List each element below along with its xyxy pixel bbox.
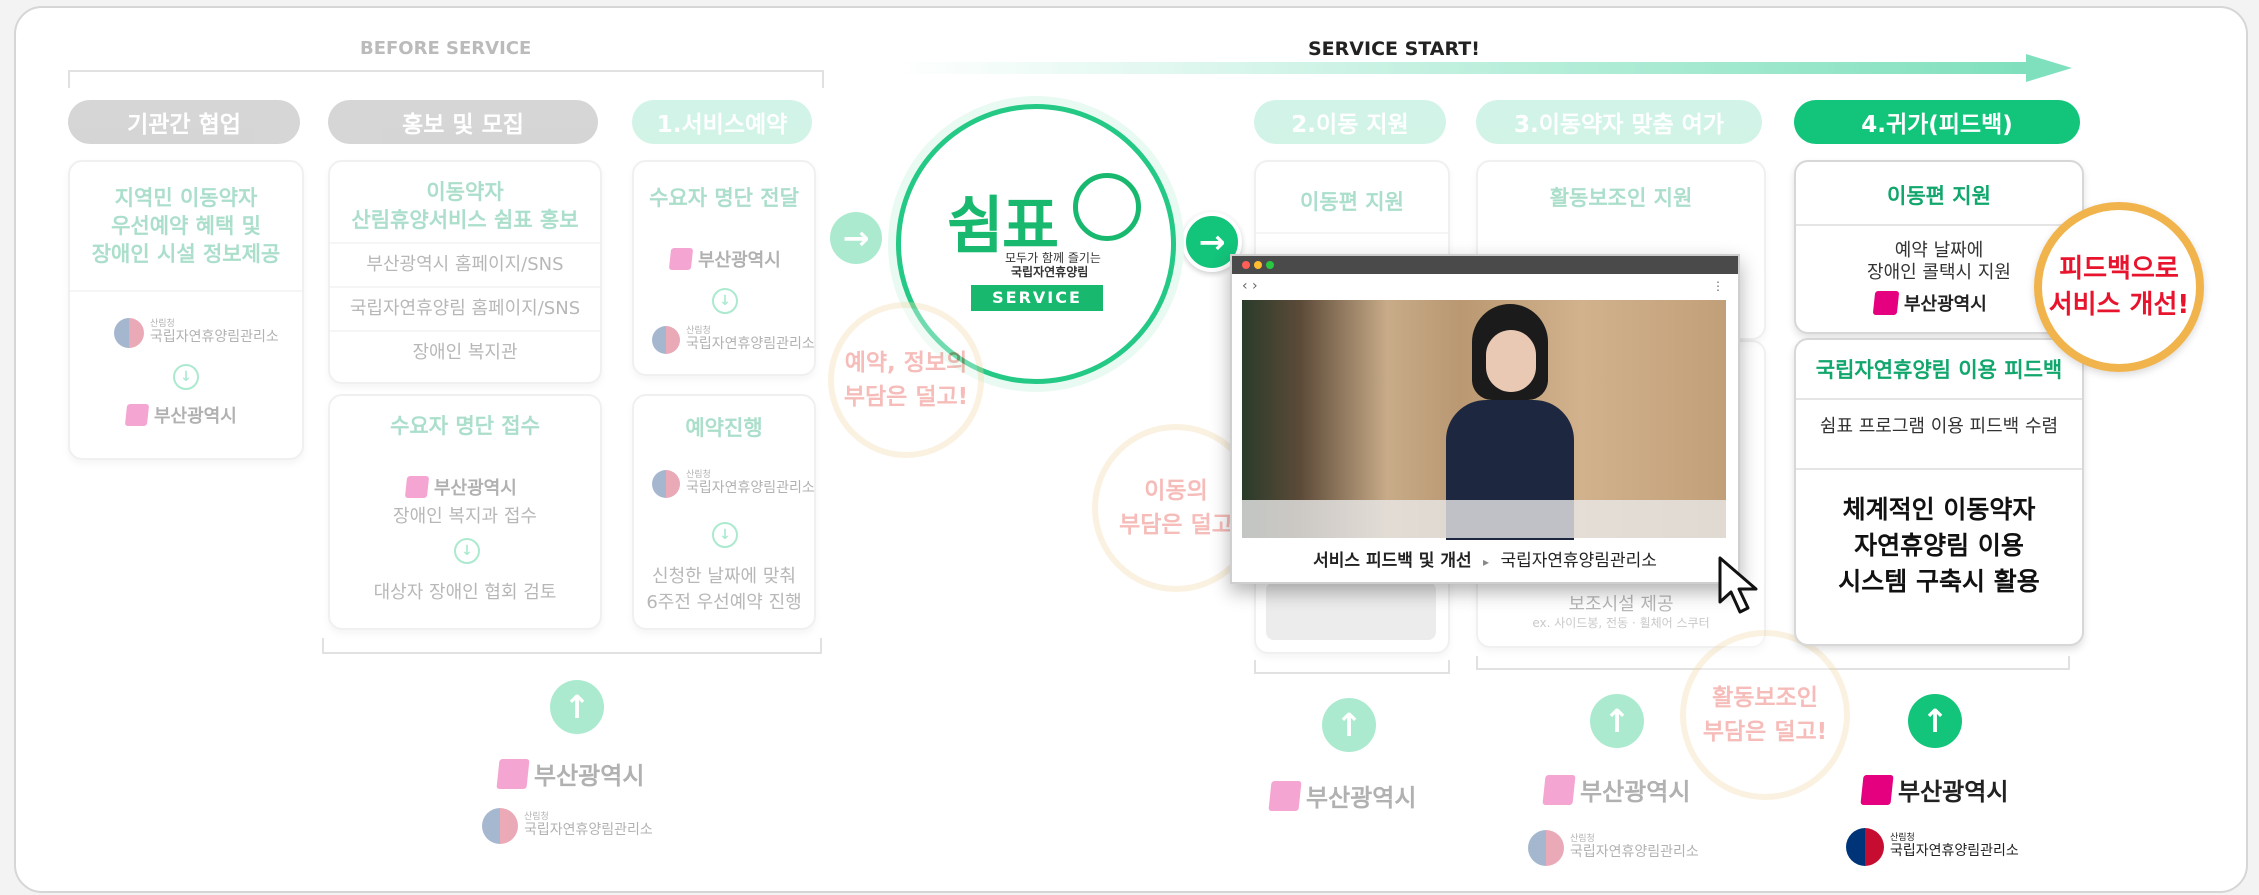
transport-bracket [1254,660,1450,674]
logo-sub-2: 국립자연휴양림 [1011,265,1089,279]
return-card-2-row: 쉼표 프로그램 이용 피드백 수렴 [1796,398,2082,454]
transport-head: 이동편 지원 [1300,190,1404,214]
forest-logo: 산림청 국립자연휴양림관리소 [1846,828,2019,866]
down-arrow-icon: ↓ [173,364,199,390]
feedback-popup-window: ‹ › ⋮ 서비스 피드백 및 개선 ▸ 국립자연휴양림관리소 [1230,254,1740,584]
leisure-head: 활동보조인 지원 [1549,186,1693,210]
down-arrow-icon: ↓ [712,288,738,314]
close-dot-icon[interactable] [1242,261,1250,269]
popup-titlebar [1232,256,1738,274]
return-card-2-big-3: 시스템 구축시 활용 [1838,567,2040,596]
promo-head-2: 산림휴양서비스 쉼표 홍보 [351,208,579,232]
reserve-line-2: 6주전 우선예약 진행 [646,592,802,613]
forest-logo: 산림청 국립자연휴양림관리소 [652,470,814,498]
logo-badge: SERVICE [971,285,1103,311]
reserve-card-1-head: 수요자 명단 전달 [649,186,799,210]
minimize-dot-icon[interactable] [1254,261,1262,269]
return-card-2-big-2: 자연휴양림 이용 [1854,531,2024,560]
feedback-photo [1242,300,1726,540]
right-arrow-icon: → [830,212,882,264]
tree-icon [1073,173,1141,241]
diagram-frame: BEFORE SERVICE SERVICE START! 기관간 협업 홍보 … [14,6,2248,893]
service-start-arrow [896,54,2076,82]
promo-row-3: 장애인 복지관 [330,330,600,374]
up-arrow-icon: ↑ [1322,698,1376,752]
reserve-line-1: 신청한 날짜에 맞춰 [652,566,796,587]
applicant-line-2: 대상자 장애인 협회 검토 [373,582,557,603]
maximize-dot-icon[interactable] [1266,261,1274,269]
stage-pill-promo: 홍보 및 모집 [328,100,598,144]
promo-card: 이동약자 산림휴양서비스 쉼표 홍보 부산광역시 홈페이지/SNS 국립자연휴양… [328,160,602,384]
busan-logo: 부산광역시 [404,474,517,500]
popup-caption: 서비스 피드백 및 개선 ▸ 국립자연휴양림관리소 [1232,546,1738,571]
up-arrow-icon: ↑ [1908,694,1962,748]
return-card-1-head: 이동편 지원 [1887,184,1991,208]
caption-bold: 서비스 피드백 및 개선 [1313,551,1472,571]
applicant-card: 수요자 명단 접수 부산광역시 장애인 복지과 접수 ↓ 대상자 장애인 협회 … [328,394,602,630]
promo-row-2: 국립자연휴양림 홈페이지/SNS [330,286,600,330]
leisure-row-b: ex. 사이드봉, 전동 · 휠체어 스쿠터 [1532,616,1710,630]
applicant-head: 수요자 명단 접수 [390,414,540,438]
return-card-2: 국립자연휴양림 이용 피드백 쉼표 프로그램 이용 피드백 수렴 체계적인 이동… [1794,338,2084,646]
stage-pill-collab: 기관간 협업 [68,100,300,144]
before-service-label: BEFORE SERVICE [360,38,532,59]
collab-head-1: 지역민 이동약자 [114,186,258,210]
reserve-card-1: 수요자 명단 전달 부산광역시 ↓ 산림청 국립자연휴양림관리소 [632,160,816,376]
before-bottom-bracket [322,638,822,654]
return-card-2-head: 국립자연휴양림 이용 피드백 [1815,358,2063,382]
up-arrow-icon: ↑ [550,680,604,734]
busan-logo: 부산광역시 [1268,778,1416,813]
busan-logo: 부산광역시 [1872,290,1987,316]
popup-nav-icon[interactable]: ‹ › [1242,278,1258,294]
collab-head-2: 우선예약 혜택 및 [111,214,261,238]
popup-menu-icon[interactable]: ⋮ [1712,280,1724,292]
promo-head-1: 이동약자 [426,180,504,204]
stage-pill-transport: 2.이동 지원 [1254,100,1446,144]
car-photo [1266,582,1436,640]
forest-logo: 산림청 국립자연휴양림관리소 [1528,830,1699,866]
speech-bubble-reserve: 예약, 정보의 부담은 덜고! [828,302,984,458]
promo-row-1: 부산광역시 홈페이지/SNS [330,242,600,286]
speech-bubble-assist: 활동보조인 부담은 덜고! [1680,630,1850,800]
busan-logo: 부산광역시 [124,402,237,428]
busan-logo: 부산광역시 [1542,772,1690,807]
return-card-2-big-1: 체계적인 이동약자 [1842,495,2036,524]
caption-separator: ▸ [1483,555,1490,569]
busan-logo: 부산광역시 [496,756,644,791]
caption-org: 국립자연휴양림관리소 [1500,551,1657,571]
busan-logo: 부산광역시 [668,246,781,272]
stage-pill-return: 4.귀가(피드백) [1794,100,2080,144]
up-arrow-icon: ↑ [1590,694,1644,748]
down-arrow-icon: ↓ [712,522,738,548]
before-bracket [68,70,824,88]
applicant-line-1: 장애인 복지과 접수 [393,506,537,527]
service-start-label: SERVICE START! [1308,38,1480,60]
stage-pill-reserve: 1.서비스예약 [632,100,812,144]
mouse-cursor-icon [1718,556,1758,614]
collab-head-3: 장애인 시설 정보제공 [91,242,281,266]
collab-card: 지역민 이동약자 우선예약 혜택 및 장애인 시설 정보제공 산림청 국립자연휴양… [68,160,304,460]
reserve-card-2-head: 예약진행 [685,416,763,440]
forest-logo: 산림청 국립자연휴양림관리소 [482,808,653,844]
reserve-card-2: 예약진행 산림청 국립자연휴양림관리소 ↓ 신청한 날짜에 맞춰 6주전 우선예약… [632,394,816,630]
forest-logo: 산림청 국립자연휴양림관리소 [114,318,279,348]
forest-logo: 산림청 국립자연휴양림관리소 [652,326,814,354]
down-arrow-icon: ↓ [454,538,480,564]
stage-pill-leisure: 3.이동약자 맞춤 여가 [1476,100,1762,144]
speech-bubble-feedback: 피드백으로 서비스 개선! [2034,202,2204,372]
busan-logo: 부산광역시 [1860,772,2008,807]
